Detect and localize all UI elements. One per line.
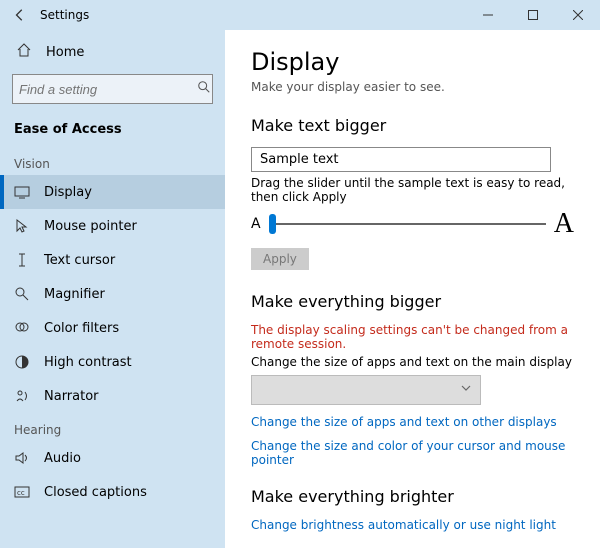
narrator-icon <box>14 388 30 404</box>
textcursor-icon <box>14 252 30 268</box>
main-content: Display Make your display easier to see.… <box>225 30 600 548</box>
titlebar: Settings <box>0 0 600 30</box>
sidebar-group-vision: Vision <box>0 147 225 175</box>
svg-text:cc: cc <box>17 489 25 497</box>
sidebar-item-closed-captions[interactable]: cc Closed captions <box>0 475 225 509</box>
sample-text-box: Sample text <box>251 147 551 172</box>
sidebar-item-narrator[interactable]: Narrator <box>0 379 225 413</box>
audio-icon <box>14 450 30 466</box>
apply-button[interactable]: Apply <box>251 248 309 270</box>
section-heading-everything-bigger: Make everything bigger <box>251 292 574 311</box>
text-size-slider[interactable] <box>269 214 546 234</box>
scaling-description: Change the size of apps and text on the … <box>251 355 574 369</box>
sidebar-item-label: Color filters <box>44 321 119 336</box>
sidebar-item-color-filters[interactable]: Color filters <box>0 311 225 345</box>
back-button[interactable] <box>8 3 32 27</box>
close-button[interactable] <box>555 0 600 30</box>
search-input[interactable] <box>19 82 197 97</box>
section-heading-text-bigger: Make text bigger <box>251 116 574 135</box>
maximize-button[interactable] <box>510 0 555 30</box>
scaling-dropdown[interactable] <box>251 375 481 405</box>
sidebar-item-label: Mouse pointer <box>44 219 137 234</box>
slider-min-label: A <box>251 216 261 232</box>
sidebar-item-label: Home <box>46 45 84 60</box>
sidebar-item-label: Narrator <box>44 389 99 404</box>
mouse-icon <box>14 218 30 234</box>
search-icon <box>197 80 211 98</box>
sidebar-group-hearing: Hearing <box>0 413 225 441</box>
minimize-button[interactable] <box>465 0 510 30</box>
scaling-error-message: The display scaling settings can't be ch… <box>251 323 574 351</box>
page-title: Display <box>251 48 574 76</box>
cc-icon: cc <box>14 484 30 500</box>
sidebar-item-high-contrast[interactable]: High contrast <box>0 345 225 379</box>
sidebar-item-mouse-pointer[interactable]: Mouse pointer <box>0 209 225 243</box>
sidebar-item-label: Audio <box>44 451 81 466</box>
sidebar-item-audio[interactable]: Audio <box>0 441 225 475</box>
search-input-container[interactable] <box>12 74 213 104</box>
window-title: Settings <box>40 8 89 22</box>
page-subtitle: Make your display easier to see. <box>251 80 574 94</box>
magnifier-icon <box>14 286 30 302</box>
colorfilters-icon <box>14 320 30 336</box>
link-cursor-pointer[interactable]: Change the size and color of your cursor… <box>251 439 574 467</box>
sidebar-item-text-cursor[interactable]: Text cursor <box>0 243 225 277</box>
slider-hint: Drag the slider until the sample text is… <box>251 176 574 204</box>
link-brightness[interactable]: Change brightness automatically or use n… <box>251 518 574 532</box>
display-icon <box>14 184 30 200</box>
sidebar-item-display[interactable]: Display <box>0 175 225 209</box>
slider-max-label: A <box>554 208 574 240</box>
highcontrast-icon <box>14 354 30 370</box>
chevron-down-icon <box>460 382 472 398</box>
sidebar: Home Ease of Access Vision Display Mouse… <box>0 30 225 548</box>
sidebar-category: Ease of Access <box>0 116 225 147</box>
sidebar-item-label: Display <box>44 185 92 200</box>
sidebar-item-home[interactable]: Home <box>6 34 219 70</box>
sidebar-item-magnifier[interactable]: Magnifier <box>0 277 225 311</box>
sidebar-item-label: Closed captions <box>44 485 147 500</box>
link-other-displays[interactable]: Change the size of apps and text on othe… <box>251 415 574 429</box>
sidebar-item-label: Text cursor <box>44 253 115 268</box>
sidebar-item-label: High contrast <box>44 355 132 370</box>
home-icon <box>16 42 32 62</box>
sidebar-item-label: Magnifier <box>44 287 105 302</box>
section-heading-brighter: Make everything brighter <box>251 487 574 506</box>
